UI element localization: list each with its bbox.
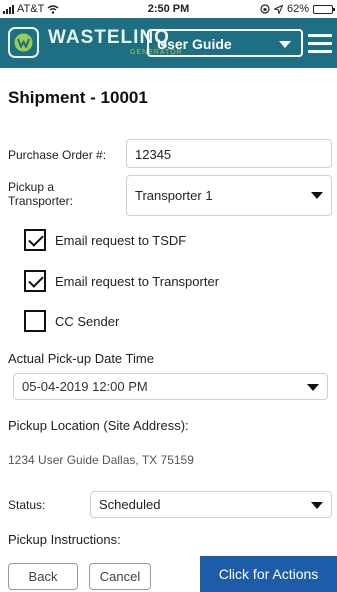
battery-percent: 62%: [286, 3, 309, 15]
transporter-label: Pickup a Transporter:: [8, 180, 73, 208]
checkbox-box[interactable]: [24, 229, 46, 251]
checkbox-cc-sender[interactable]: CC Sender: [24, 310, 119, 332]
pickup-location-label: Pickup Location (Site Address):: [8, 418, 189, 433]
transporter-select[interactable]: Transporter 1: [126, 175, 332, 216]
po-input-value: 12345: [135, 147, 172, 162]
location-arrow-icon: [273, 4, 283, 14]
transporter-label-line1: Pickup a: [8, 180, 55, 194]
ios-status-bar: AT&T 2:50 PM 62%: [0, 0, 337, 18]
click-for-actions-button[interactable]: Click for Actions: [200, 556, 337, 592]
pickup-location-value: 1234 User Guide Dallas, TX 75159: [8, 453, 194, 467]
user-guide-select[interactable]: User Guide: [147, 29, 303, 57]
checkbox-box[interactable]: [24, 270, 46, 292]
checkbox-label: Email request to TSDF: [55, 232, 187, 248]
po-label: Purchase Order #:: [8, 148, 107, 162]
pickup-datetime-select[interactable]: 05-04-2019 12:00 PM: [13, 373, 328, 400]
po-input[interactable]: 12345: [126, 139, 332, 168]
battery-icon: [313, 4, 335, 14]
chevron-down-icon: [311, 502, 323, 509]
chevron-down-icon: [307, 384, 319, 391]
transporter-select-value: Transporter 1: [135, 188, 213, 203]
checkbox-box[interactable]: [24, 310, 46, 332]
rotation-lock-icon: [260, 4, 270, 14]
wastelinq-logo-icon: [14, 33, 33, 52]
logo-badge: [8, 27, 39, 58]
app-header: WASTELINQ GENERATOR User Guide: [0, 18, 337, 68]
checkbox-email-transporter[interactable]: Email request to Transporter: [24, 270, 219, 292]
hamburger-menu-icon[interactable]: [308, 34, 332, 53]
status-label: Status:: [8, 498, 46, 512]
status-select-value: Scheduled: [99, 497, 161, 512]
page-title: Shipment - 10001: [8, 88, 148, 107]
transporter-label-line2: Transporter:: [8, 194, 73, 208]
checkbox-label: Email request to Transporter: [55, 273, 220, 289]
back-button[interactable]: Back: [8, 563, 78, 590]
pickup-instructions-label: Pickup Instructions:: [8, 532, 121, 547]
chevron-down-icon: [311, 192, 323, 199]
cancel-button[interactable]: Cancel: [89, 563, 151, 590]
user-guide-select-value: User Guide: [157, 36, 232, 52]
checkbox-email-tsdf[interactable]: Email request to TSDF: [24, 229, 186, 251]
system-icons: 62%: [260, 3, 335, 15]
pickup-datetime-label: Actual Pick-up Date Time: [8, 351, 154, 366]
pickup-datetime-value: 05-04-2019 12:00 PM: [22, 379, 148, 394]
checkbox-label: CC Sender: [55, 313, 120, 329]
status-select[interactable]: Scheduled: [90, 491, 332, 518]
chevron-down-icon: [279, 41, 291, 48]
